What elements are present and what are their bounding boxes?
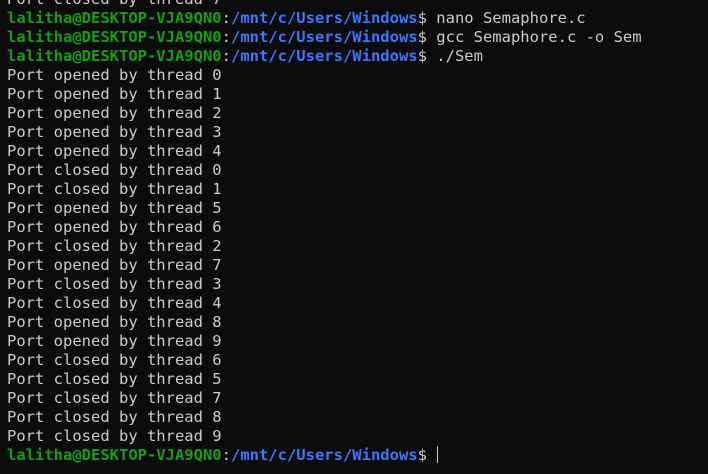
prompt-symbol: $ <box>417 28 437 46</box>
output-line-previous: Port closed by thread 7 <box>7 0 642 9</box>
prompt-line-3: lalitha@DESKTOP-VJA9QN0:/mnt/c/Users/Win… <box>7 47 642 66</box>
output-line: Port closed by thread 2 <box>7 237 222 255</box>
output-line: Port closed by thread 4 <box>7 294 222 312</box>
output-line: Port opened by thread 2 <box>7 104 222 122</box>
output-line: Port opened by thread 7 <box>7 256 222 274</box>
output-line: Port opened by thread 8 <box>7 313 222 331</box>
text-cursor[interactable] <box>437 446 439 463</box>
output-line: Port closed by thread 5 <box>7 370 222 388</box>
prompt-line-1: lalitha@DESKTOP-VJA9QN0:/mnt/c/Users/Win… <box>7 9 642 28</box>
output-line: Port closed by thread 6 <box>7 351 222 369</box>
prompt-user-host: lalitha@DESKTOP-VJA9QN0 <box>7 47 222 65</box>
prompt-line-current[interactable]: lalitha@DESKTOP-VJA9QN0:/mnt/c/Users/Win… <box>7 446 642 465</box>
prompt-separator: : <box>221 47 231 65</box>
output-line: Port opened by thread 1 <box>7 85 222 103</box>
output-line: Port opened by thread 9 <box>7 332 222 350</box>
output-line: Port closed by thread 3 <box>7 275 222 293</box>
prompt-user-host: lalitha@DESKTOP-VJA9QN0 <box>7 28 222 46</box>
output-line: Port opened by thread 5 <box>7 199 222 217</box>
prompt-path: /mnt/c/Users/Windows <box>230 9 418 27</box>
prompt-separator: : <box>221 28 231 46</box>
command-text: nano Semaphore.c <box>436 9 586 27</box>
prompt-path: /mnt/c/Users/Windows <box>230 47 418 65</box>
output-line: Port closed by thread 8 <box>7 408 222 426</box>
command-text: gcc Semaphore.c -o Sem <box>436 28 642 46</box>
prompt-symbol: $ <box>417 47 437 65</box>
terminal-output: Port closed by thread 7 lalitha@DESKTOP-… <box>7 0 642 465</box>
output-line: Port closed by thread 0 <box>7 161 222 179</box>
output-line: Port opened by thread 3 <box>7 123 222 141</box>
output-line: Port closed by thread 9 <box>7 427 222 445</box>
prompt-user-host: lalitha@DESKTOP-VJA9QN0 <box>7 446 222 464</box>
terminal-window[interactable]: Port closed by thread 7 lalitha@DESKTOP-… <box>0 0 708 474</box>
output-line: Port opened by thread 6 <box>7 218 222 236</box>
output-line: Port opened by thread 0 <box>7 66 222 84</box>
prompt-separator: : <box>221 446 231 464</box>
prompt-symbol: $ <box>417 9 437 27</box>
prompt-separator: : <box>221 9 231 27</box>
command-text: ./Sem <box>436 47 483 65</box>
prompt-symbol: $ <box>417 446 437 464</box>
prompt-line-2: lalitha@DESKTOP-VJA9QN0:/mnt/c/Users/Win… <box>7 28 642 47</box>
output-line: Port closed by thread 1 <box>7 180 222 198</box>
prompt-path: /mnt/c/Users/Windows <box>230 446 418 464</box>
output-line: Port closed by thread 7 <box>7 389 222 407</box>
output-line: Port opened by thread 4 <box>7 142 222 160</box>
prompt-user-host: lalitha@DESKTOP-VJA9QN0 <box>7 9 222 27</box>
prompt-path: /mnt/c/Users/Windows <box>230 28 418 46</box>
